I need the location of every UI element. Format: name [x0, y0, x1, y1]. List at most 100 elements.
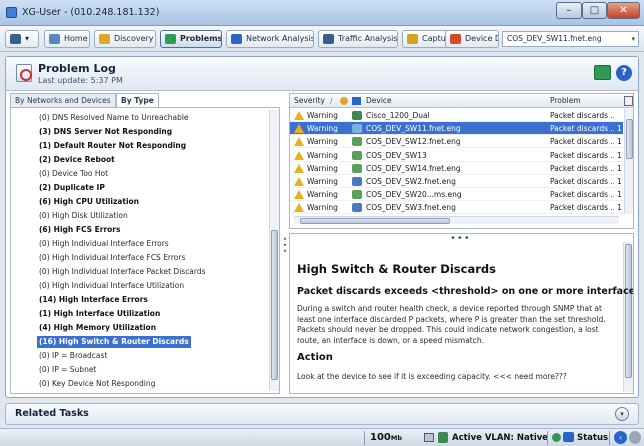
- tree-item[interactable]: (2) Device Reboot: [37, 154, 117, 166]
- severity-cell: Warning: [307, 137, 338, 147]
- tree-scrollbar[interactable]: [269, 110, 279, 391]
- grid-scrollbar[interactable]: [624, 109, 633, 214]
- problem-log-icon: [16, 64, 32, 82]
- grid-horizontal-scrollbar[interactable]: [294, 216, 619, 224]
- severity-cell: Warning: [307, 124, 338, 134]
- column-severity[interactable]: Severity: [294, 94, 325, 108]
- tree-item[interactable]: (0) IP = Broadcast: [37, 350, 109, 362]
- tree-item[interactable]: (14) High Interface Errors: [37, 294, 150, 306]
- column-device[interactable]: Device: [366, 94, 392, 108]
- table-row[interactable]: Warning COS_DEV_SW14.fnet.eng Packet disca…: [290, 162, 623, 175]
- maximize-button[interactable]: □: [582, 2, 607, 19]
- table-row[interactable]: Warning Cisco_1200_Dual Packet discards ..…: [290, 109, 623, 122]
- tree-item[interactable]: (3) DNS Server Not Responding: [37, 126, 174, 138]
- tree-item[interactable]: (0) Device Too Hot: [37, 168, 110, 180]
- warning-icon: [294, 190, 304, 200]
- status-divider: [547, 431, 548, 445]
- tree-item[interactable]: (0) High Individual Interface FCS Errors: [37, 252, 187, 264]
- severity-cell: Warning: [307, 163, 338, 173]
- problem-cell: Packet discards ...: [550, 150, 614, 160]
- tree-item[interactable]: (0) High Disk Utilization: [37, 210, 130, 222]
- export-icon[interactable]: [594, 65, 611, 80]
- discovery-button[interactable]: Discovery: [94, 30, 156, 48]
- tree-item[interactable]: (2) Duplicate IP: [37, 182, 107, 194]
- tree-item[interactable]: (0) DNS Resolved Name to Unreachable: [37, 112, 191, 124]
- tab-by-type[interactable]: By Type: [116, 93, 159, 107]
- device-cell: COS_DEV_SW2.fnet.eng: [366, 177, 456, 186]
- column-problem[interactable]: Problem: [550, 94, 581, 108]
- detail-scrollbar-thumb[interactable]: [625, 244, 632, 378]
- expand-icon[interactable]: ▾: [615, 407, 629, 421]
- device-cell: Cisco_1200_Dual: [366, 111, 430, 120]
- table-row[interactable]: Warning COS_DEV_SW12.fnet.eng Packet disca…: [290, 135, 623, 149]
- active-vlan[interactable]: Active VLAN: Native: [452, 433, 548, 443]
- sort-indicator: ∕: [330, 96, 333, 105]
- tree-item[interactable]: (0) IP = Subnet: [37, 364, 98, 376]
- status-ok-icon: [552, 433, 561, 442]
- close-button[interactable]: ✕: [607, 2, 640, 19]
- forward-icon[interactable]: [629, 431, 641, 444]
- network-analysis-tab[interactable]: Network Analysis×: [226, 30, 314, 48]
- tab-by-networks-and-devices[interactable]: By Networks and Devices: [10, 93, 116, 107]
- menu-caret: ▾: [25, 34, 30, 43]
- vlan-icon: [438, 432, 448, 443]
- warning-icon: [294, 124, 304, 134]
- table-row[interactable]: Warning COS_DEV_SW20...ms.eng Packet disca…: [290, 188, 623, 202]
- panel-header: Problem Log Last update: 5:37 PM ?: [6, 57, 638, 91]
- extra-cell: 1: [617, 137, 622, 147]
- grid-scrollbar-thumb[interactable]: [626, 119, 633, 159]
- warning-icon: [294, 203, 304, 213]
- back-icon[interactable]: ‹: [614, 431, 627, 444]
- lightbulb-icon: [340, 97, 348, 105]
- status-button[interactable]: Status: [577, 433, 608, 443]
- tree-item[interactable]: (6) High CPU Utilization: [37, 196, 141, 208]
- severity-cell: Warning: [307, 177, 338, 186]
- table-row[interactable]: Warning COS_DEV_SW11.fnet.eng Packet disca…: [290, 122, 623, 136]
- tree-item[interactable]: (1) Default Router Not Responding: [37, 140, 188, 152]
- device-detail-icon: [450, 34, 461, 44]
- splitter-handle[interactable]: • • •: [282, 236, 288, 257]
- table-row[interactable]: Warning COS_DEV_SW13 Packet discards ... 1: [290, 149, 623, 162]
- tree-item[interactable]: (1) High Interface Utilization: [37, 308, 162, 320]
- tree-item[interactable]: (0) High Individual Interface Packet Dis…: [37, 266, 208, 278]
- related-tasks-bar[interactable]: Related Tasks ▾: [5, 403, 639, 425]
- pane-resize-handle[interactable]: •••: [450, 234, 471, 244]
- title-bar: XG-User - (010.248.181.132) – □ ✕: [0, 0, 644, 26]
- help-icon[interactable]: ?: [616, 65, 632, 81]
- device-type-icon: [352, 111, 362, 120]
- home-button[interactable]: Home: [44, 30, 90, 48]
- traffic-analysis-tab[interactable]: Traffic Analysis×: [318, 30, 398, 48]
- severity-cell: Warning: [307, 111, 338, 120]
- tree-item[interactable]: (6) High FCS Errors: [37, 224, 122, 236]
- column-chooser-icon[interactable]: [624, 96, 633, 106]
- table-row[interactable]: Warning COS_DEV_SW2.fnet.eng Packet discar…: [290, 175, 623, 188]
- minimize-button[interactable]: –: [556, 2, 582, 19]
- detail-scrollbar[interactable]: [623, 242, 633, 392]
- table-row[interactable]: Warning COS_DEV_SW3.fnet.eng Packet discar…: [290, 201, 623, 215]
- grid-horizontal-scrollbar-thumb[interactable]: [300, 218, 450, 224]
- tree-scrollbar-thumb[interactable]: [271, 230, 278, 380]
- device-column-icon: [352, 97, 361, 105]
- extra-cell: 1: [617, 163, 622, 173]
- warning-icon: [294, 177, 304, 186]
- problems-icon: [165, 34, 176, 44]
- tree-item[interactable]: (0) Key Device Not Responding: [37, 378, 157, 390]
- tree-item[interactable]: (0) High Individual Interface Utilizatio…: [37, 280, 186, 292]
- capture-icon: [407, 34, 418, 44]
- status-divider: [364, 431, 365, 445]
- traffic-analysis-icon: [323, 34, 334, 44]
- problem-cell: Packet discards ...: [550, 203, 614, 213]
- tree-item[interactable]: (0) High Individual Interface Errors: [37, 238, 171, 250]
- tree-item[interactable]: (16) High Switch & Router Discards: [37, 336, 191, 348]
- device-type-icon: [352, 190, 362, 200]
- tree-item[interactable]: (4) High Memory Utilization: [37, 322, 158, 334]
- detail-description: During a switch and router health check,…: [297, 304, 606, 345]
- warning-icon: [294, 111, 304, 120]
- problem-cell: Packet discards ...: [550, 163, 614, 173]
- main-menu-button[interactable]: ▾: [5, 30, 39, 48]
- device-detail-button[interactable]: Device Detail: [445, 30, 499, 48]
- problem-grid: Severity ∕ Device Problem Warning Cisco_1…: [289, 93, 634, 229]
- problems-button[interactable]: Problems: [160, 30, 222, 48]
- device-select[interactable]: COS_DEV_SW11.fnet.eng ▾: [502, 31, 639, 47]
- extra-cell: 1: [617, 203, 622, 213]
